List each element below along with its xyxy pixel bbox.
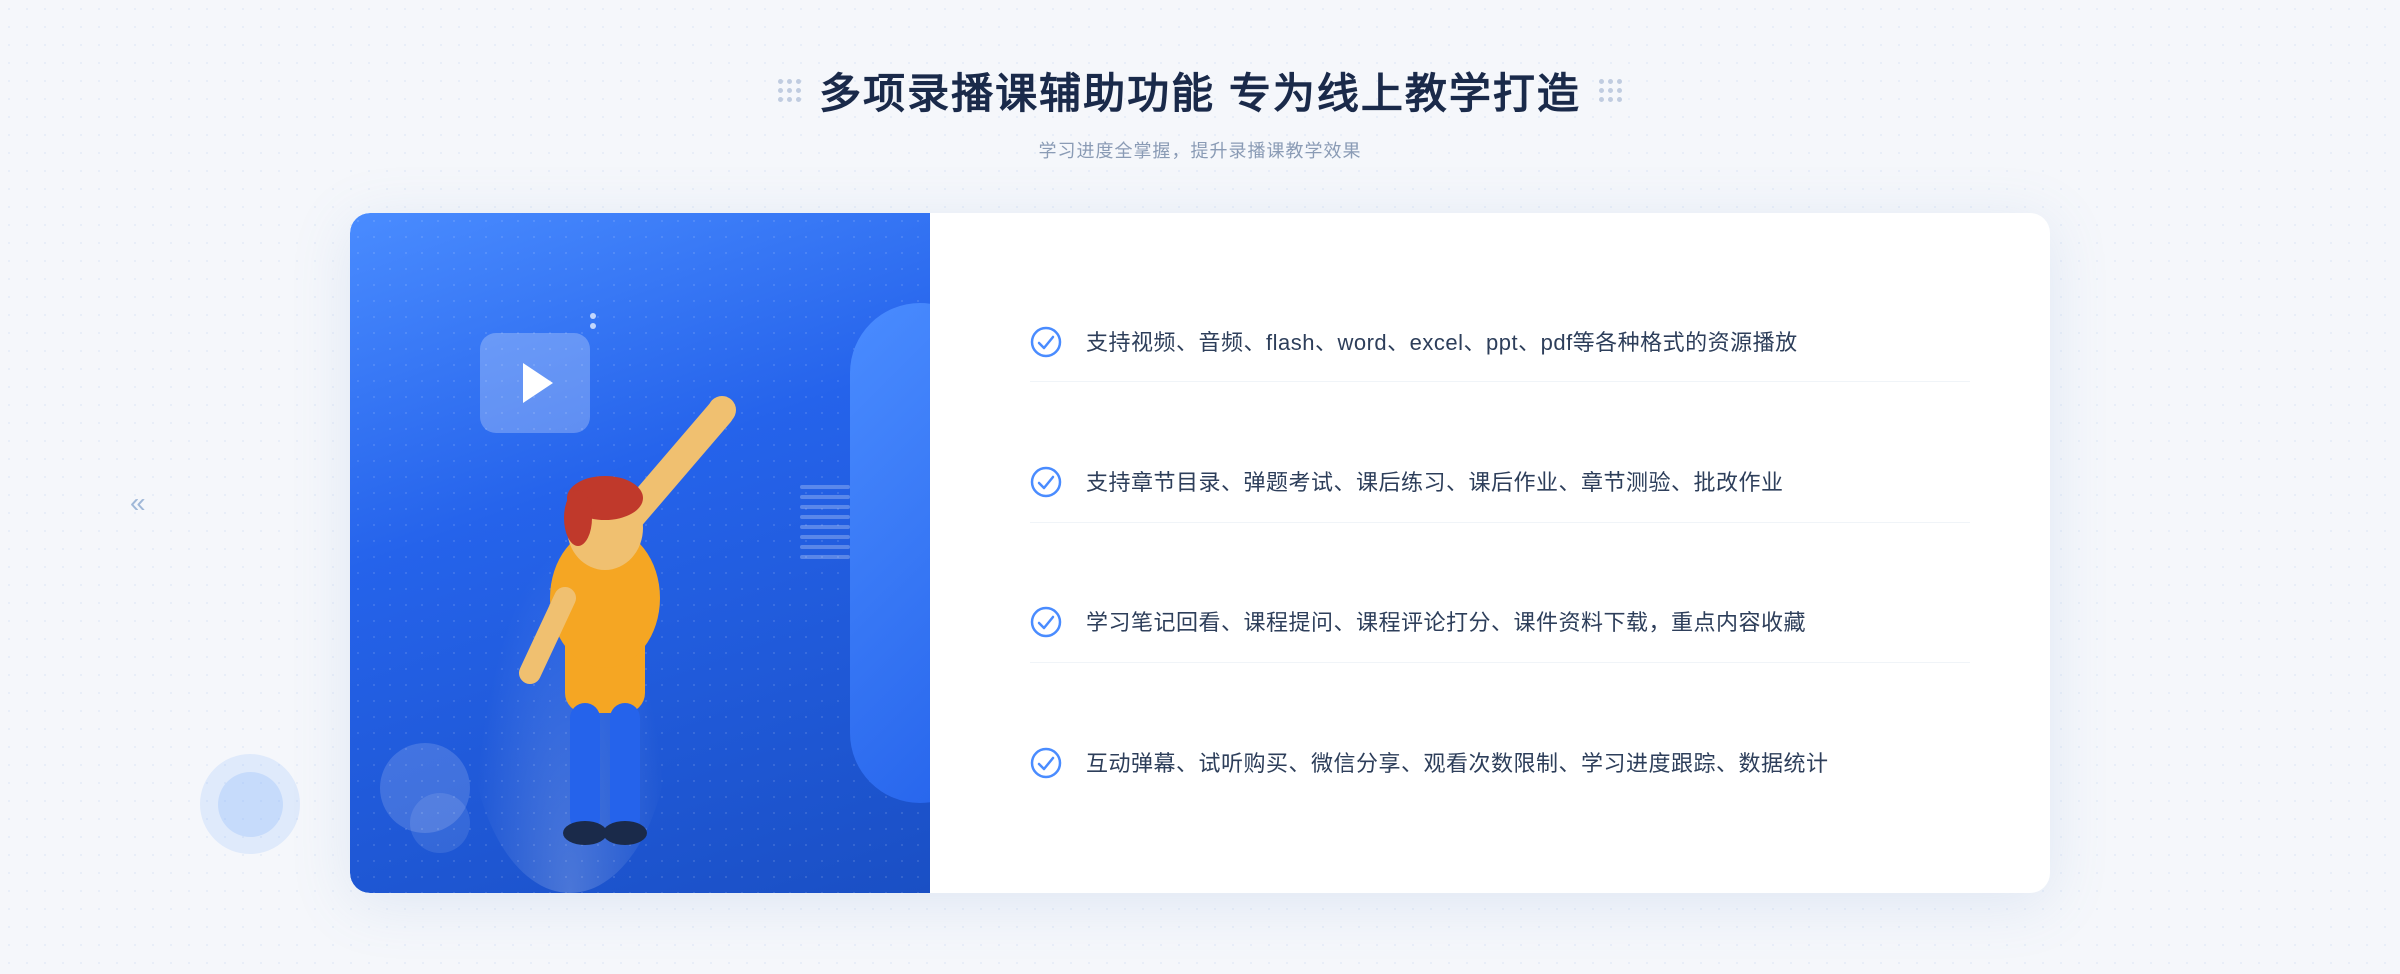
right-dots-decoration [1599,79,1622,102]
features-panel: 支持视频、音频、flash、word、excel、ppt、pdf等各种格式的资源… [930,213,2050,893]
stripes-decoration [800,485,850,565]
feature-text-4: 互动弹幕、试听购买、微信分享、观看次数限制、学习进度跟踪、数据统计 [1086,745,1829,782]
sub-title: 学习进度全掌握，提升录播课教学效果 [778,137,1622,163]
chevron-left-icon: « [130,487,146,519]
check-icon-1 [1030,326,1062,358]
content-card: 支持视频、音频、flash、word、excel、ppt、pdf等各种格式的资源… [350,213,2050,893]
title-row: 多项录播课辅助功能 专为线上教学打造 [778,60,1622,121]
check-icon-2 [1030,466,1062,498]
feature-item-1: 支持视频、音频、flash、word、excel、ppt、pdf等各种格式的资源… [1030,304,1970,382]
header-section: 多项录播课辅助功能 专为线上教学打造 学习进度全掌握，提升录播课教学效果 [778,60,1622,163]
deco-circle-2 [410,793,470,853]
feature-item-4: 互动弹幕、试听购买、微信分享、观看次数限制、学习进度跟踪、数据统计 [1030,725,1970,802]
feature-item-2: 支持章节目录、弹题考试、课后练习、课后作业、章节测验、批改作业 [1030,444,1970,522]
feature-text-1: 支持视频、音频、flash、word、excel、ppt、pdf等各种格式的资源… [1086,324,1798,361]
check-icon-4 [1030,747,1062,779]
left-dots-decoration [778,79,801,102]
feature-text-3: 学习笔记回看、课程提问、课程评论打分、课件资料下载，重点内容收藏 [1086,604,1806,641]
check-icon-3 [1030,606,1062,638]
feature-item-3: 学习笔记回看、课程提问、课程评论打分、课件资料下载，重点内容收藏 [1030,584,1970,662]
page-container: « 多项录播课辅助功能 专为线上教学打造 学习进度全掌握，提升录播课教学效果 [0,0,2400,974]
illustration-panel [350,213,930,893]
sparkle-decoration [590,313,596,329]
page-decoration-left [200,754,300,854]
feature-text-2: 支持章节目录、弹题考试、课后练习、课后作业、章节测验、批改作业 [1086,464,1784,501]
main-title: 多项录播课辅助功能 专为线上教学打造 [819,60,1581,121]
